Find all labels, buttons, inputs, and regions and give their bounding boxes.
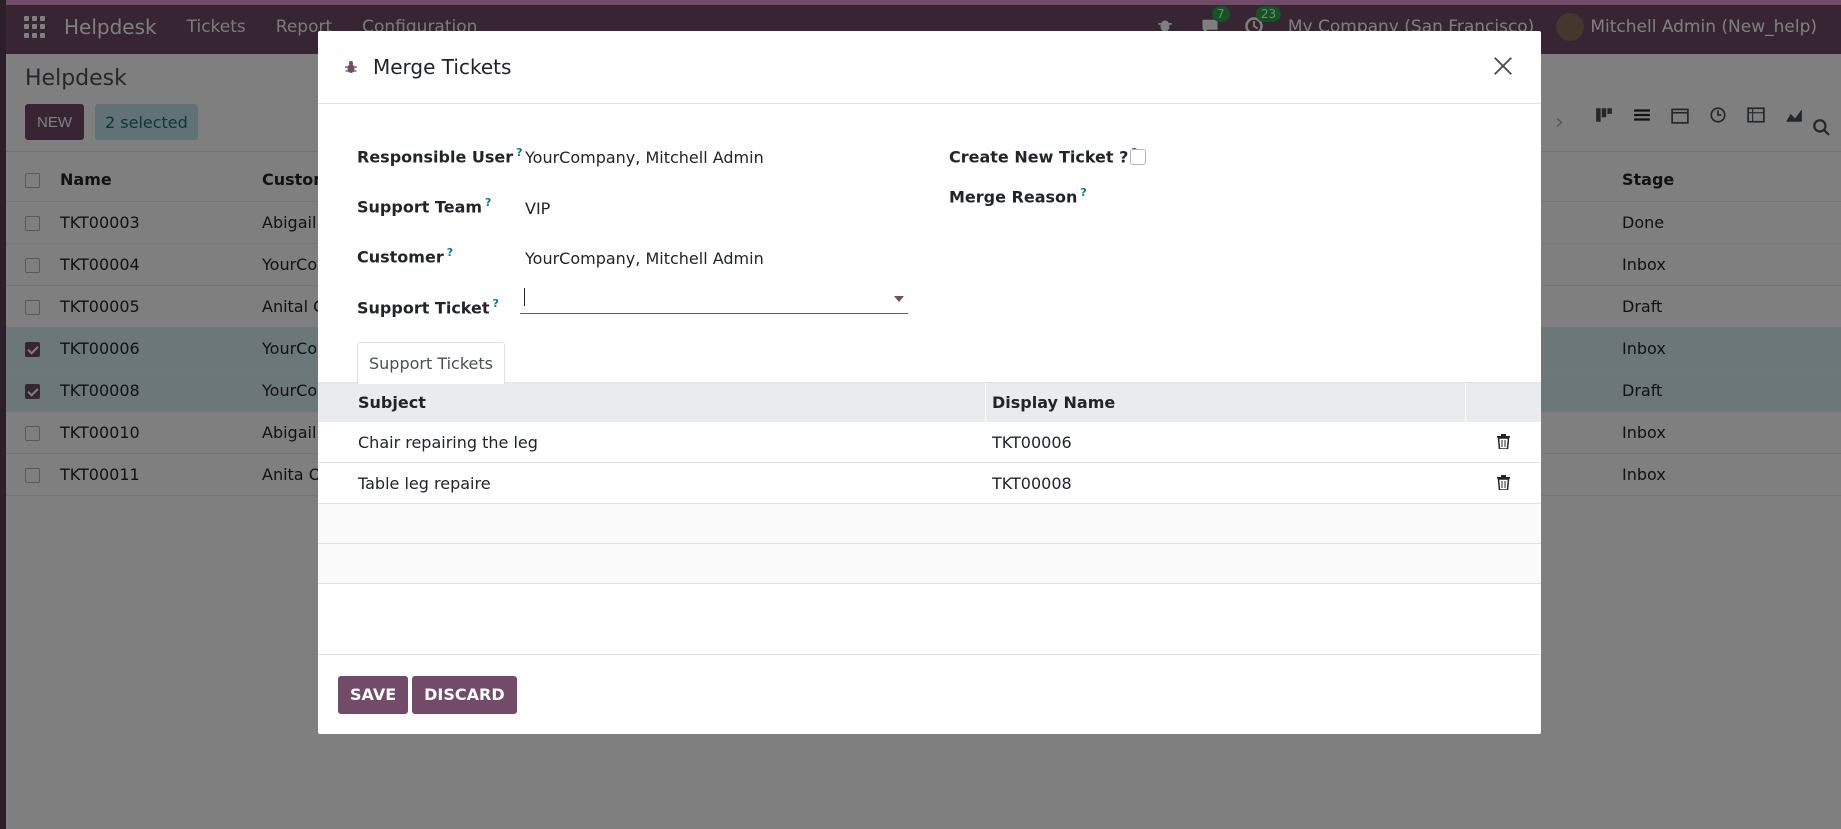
modal-header: Merge Tickets (318, 31, 1541, 104)
support-ticket-select[interactable] (520, 284, 908, 314)
row-subject: Chair repairing the leg (358, 432, 538, 452)
support-ticket-label: Support Ticket (357, 298, 490, 318)
responsible-user-label-wrap: Responsible User? (357, 146, 523, 166)
help-tooltip-icon[interactable]: ? (485, 196, 491, 209)
tab-support-tickets[interactable]: Support Tickets (357, 342, 505, 384)
merge-form: Responsible User? YourCompany, Mitchell … (318, 104, 1541, 374)
merge-reason-label: Merge Reason (949, 187, 1078, 207)
support-team-label-wrap: Support Team? (357, 196, 491, 216)
col-display-name[interactable]: Display Name (986, 382, 1466, 423)
support-team-label: Support Team (357, 197, 483, 217)
modal-title: Merge Tickets (373, 55, 512, 79)
help-tooltip-icon[interactable]: ? (1080, 186, 1086, 199)
empty-row (318, 504, 1541, 544)
empty-row (318, 544, 1541, 584)
chevron-down-icon[interactable] (894, 296, 904, 302)
modal-footer: SAVE DISCARD (318, 654, 1541, 734)
trash-icon[interactable] (1496, 475, 1511, 491)
support-tickets-table: Subject Display Name Chair repairing the… (318, 382, 1541, 584)
save-button[interactable]: SAVE (338, 675, 409, 714)
help-tooltip-icon[interactable]: ? (516, 146, 522, 159)
table-header: Subject Display Name (318, 382, 1541, 423)
row-subject: Table leg repaire (358, 473, 491, 493)
left-edge-strip (0, 0, 6, 829)
table-row[interactable]: Table leg repaire TKT00008 (318, 463, 1541, 504)
customer-label-wrap: Customer? (357, 246, 453, 266)
help-tooltip-icon[interactable]: ? (493, 297, 499, 310)
create-new-ticket-checkbox[interactable] (1130, 149, 1146, 165)
close-icon[interactable] (1492, 55, 1516, 79)
customer-label: Customer (357, 247, 444, 267)
responsible-user-value[interactable]: YourCompany, Mitchell Admin (525, 148, 764, 167)
merge-tickets-dialog: Merge Tickets Responsible User? YourComp… (318, 31, 1541, 734)
create-new-ticket-label-wrap: Create New Ticket ?? (949, 146, 1138, 166)
responsible-user-label: Responsible User (357, 147, 514, 167)
text-caret (524, 288, 525, 306)
merge-reason-label-wrap: Merge Reason? (949, 186, 1087, 206)
bug-icon (343, 59, 359, 75)
discard-button[interactable]: DISCARD (412, 675, 517, 714)
create-new-ticket-checkbox-wrap (1130, 149, 1146, 169)
support-ticket-label-wrap: Support Ticket? (357, 297, 499, 317)
help-tooltip-icon[interactable]: ? (447, 246, 453, 259)
row-display-name: TKT00008 (992, 473, 1072, 493)
table-row[interactable]: Chair repairing the leg TKT00006 (318, 422, 1541, 463)
trash-icon[interactable] (1496, 434, 1511, 450)
col-subject[interactable]: Subject (318, 382, 986, 423)
row-display-name: TKT00006 (992, 432, 1072, 452)
support-team-value[interactable]: VIP (525, 199, 550, 218)
create-new-ticket-label: Create New Ticket ? (949, 147, 1129, 167)
customer-value[interactable]: YourCompany, Mitchell Admin (525, 249, 764, 268)
